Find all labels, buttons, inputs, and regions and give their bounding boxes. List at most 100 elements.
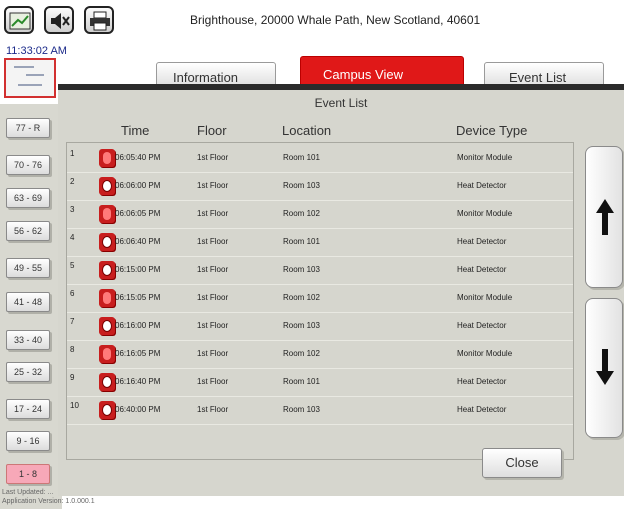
range-button[interactable]: 25 - 32 bbox=[6, 362, 50, 382]
range-button[interactable]: 17 - 24 bbox=[6, 399, 50, 419]
event-time: 06:06:40 PM bbox=[115, 237, 161, 246]
event-time: 06:06:05 PM bbox=[115, 209, 161, 218]
event-time: 06:40:00 PM bbox=[115, 405, 161, 414]
range-button[interactable]: 56 - 62 bbox=[6, 221, 50, 241]
range-button[interactable]: 49 - 55 bbox=[6, 258, 50, 278]
close-button[interactable]: Close bbox=[482, 448, 562, 478]
monitor-module-icon bbox=[99, 149, 115, 167]
printer-icon bbox=[90, 11, 110, 31]
table-row[interactable]: 5 06:15:00 PM 1st Floor Room 103 Heat De… bbox=[67, 257, 573, 285]
event-floor: 1st Floor bbox=[197, 293, 229, 302]
range-button[interactable]: 41 - 48 bbox=[6, 292, 50, 312]
event-device-type: Heat Detector bbox=[457, 237, 507, 246]
range-button[interactable]: 9 - 16 bbox=[6, 431, 50, 451]
event-floor: 1st Floor bbox=[197, 377, 229, 386]
event-time: 06:15:05 PM bbox=[115, 293, 161, 302]
map-button[interactable] bbox=[4, 6, 34, 34]
table-row[interactable]: 1 06:05:40 PM 1st Floor Room 101 Monitor… bbox=[67, 145, 573, 173]
event-device-type: Heat Detector bbox=[457, 181, 507, 190]
event-location: Room 103 bbox=[283, 405, 320, 414]
event-floor: 1st Floor bbox=[197, 181, 229, 190]
range-button[interactable]: 63 - 69 bbox=[6, 188, 50, 208]
version-text: Application Version: 1.0.000.1 bbox=[2, 498, 95, 505]
event-floor: 1st Floor bbox=[197, 209, 229, 218]
heat-detector-icon bbox=[99, 317, 115, 335]
event-time: 06:05:40 PM bbox=[115, 153, 161, 162]
event-device-type: Monitor Module bbox=[457, 349, 513, 358]
event-location: Room 102 bbox=[283, 209, 320, 218]
table-row[interactable]: 2 06:06:00 PM 1st Floor Room 103 Heat De… bbox=[67, 173, 573, 201]
heat-detector-icon bbox=[99, 177, 115, 195]
event-table: 1 06:05:40 PM 1st Floor Room 101 Monitor… bbox=[66, 142, 574, 460]
event-floor: 1st Floor bbox=[197, 237, 229, 246]
top-toolbar: Brighthouse, 20000 Whale Path, New Scotl… bbox=[0, 0, 624, 42]
table-row[interactable]: 3 06:06:05 PM 1st Floor Room 102 Monitor… bbox=[67, 201, 573, 229]
event-device-type: Monitor Module bbox=[457, 209, 513, 218]
table-row[interactable]: 4 06:06:40 PM 1st Floor Room 101 Heat De… bbox=[67, 229, 573, 257]
row-number: 5 bbox=[70, 261, 75, 270]
range-sidebar: 77 - R 70 - 76 63 - 69 56 - 62 49 - 55 4… bbox=[0, 104, 62, 509]
event-location: Room 102 bbox=[283, 349, 320, 358]
campus-thumbnail[interactable] bbox=[4, 58, 56, 98]
row-number: 6 bbox=[70, 289, 75, 298]
site-address: Brighthouse, 20000 Whale Path, New Scotl… bbox=[190, 13, 481, 27]
event-device-type: Heat Detector bbox=[457, 405, 507, 414]
event-device-type: Heat Detector bbox=[457, 265, 507, 274]
table-row[interactable]: 8 06:16:05 PM 1st Floor Room 102 Monitor… bbox=[67, 341, 573, 369]
range-button[interactable]: 70 - 76 bbox=[6, 155, 50, 175]
heat-detector-icon bbox=[99, 401, 115, 419]
row-number: 3 bbox=[70, 205, 75, 214]
event-device-type: Monitor Module bbox=[457, 153, 513, 162]
table-row[interactable]: 7 06:16:00 PM 1st Floor Room 103 Heat De… bbox=[67, 313, 573, 341]
event-device-type: Heat Detector bbox=[457, 321, 507, 330]
range-button[interactable]: 77 - R bbox=[6, 118, 50, 138]
map-icon bbox=[9, 12, 31, 30]
event-device-type: Monitor Module bbox=[457, 293, 513, 302]
column-header-floor: Floor bbox=[197, 123, 227, 138]
row-number: 8 bbox=[70, 345, 75, 354]
event-time: 06:15:00 PM bbox=[115, 265, 161, 274]
event-floor: 1st Floor bbox=[197, 265, 229, 274]
heat-detector-icon bbox=[99, 373, 115, 391]
row-number: 7 bbox=[70, 317, 75, 326]
event-floor: 1st Floor bbox=[197, 405, 229, 414]
event-floor: 1st Floor bbox=[197, 349, 229, 358]
event-location: Room 101 bbox=[283, 153, 320, 162]
scroll-down-button[interactable] bbox=[585, 298, 623, 438]
table-row[interactable]: 9 06:16:40 PM 1st Floor Room 101 Heat De… bbox=[67, 369, 573, 397]
table-row[interactable]: 10 06:40:00 PM 1st Floor Room 103 Heat D… bbox=[67, 397, 573, 425]
dialog-top-border bbox=[58, 84, 624, 90]
row-number: 1 bbox=[70, 149, 75, 158]
row-number: 2 bbox=[70, 177, 75, 186]
event-list-dialog: Event List Time Floor Location Device Ty… bbox=[58, 84, 624, 496]
monitor-module-icon bbox=[99, 205, 115, 223]
event-time: 06:06:00 PM bbox=[115, 181, 161, 190]
monitor-module-icon bbox=[99, 289, 115, 307]
event-time: 06:16:05 PM bbox=[115, 349, 161, 358]
scroll-up-button[interactable] bbox=[585, 146, 623, 288]
row-number: 4 bbox=[70, 233, 75, 242]
event-location: Room 101 bbox=[283, 377, 320, 386]
clock: 11:33:02 AM bbox=[6, 45, 67, 57]
table-row[interactable]: 6 06:15:05 PM 1st Floor Room 102 Monitor… bbox=[67, 285, 573, 313]
dialog-title: Event List bbox=[314, 96, 368, 110]
row-number: 10 bbox=[70, 401, 79, 410]
event-location: Room 103 bbox=[283, 265, 320, 274]
column-header-location: Location bbox=[282, 123, 332, 138]
event-time: 06:16:40 PM bbox=[115, 377, 161, 386]
print-button[interactable] bbox=[84, 6, 114, 34]
row-number: 9 bbox=[70, 373, 75, 382]
range-button-selected[interactable]: 1 - 8 bbox=[6, 464, 50, 484]
range-button[interactable]: 33 - 40 bbox=[6, 330, 50, 350]
monitor-module-icon bbox=[99, 345, 115, 363]
mute-button[interactable] bbox=[44, 6, 74, 34]
column-header-time: Time bbox=[121, 123, 150, 138]
column-header-device-type: Device Type bbox=[456, 123, 528, 138]
heat-detector-icon bbox=[99, 233, 115, 251]
arrow-down-icon bbox=[596, 349, 614, 385]
event-location: Room 102 bbox=[283, 293, 320, 302]
arrow-up-icon bbox=[596, 199, 614, 235]
event-device-type: Heat Detector bbox=[457, 377, 507, 386]
event-location: Room 103 bbox=[283, 181, 320, 190]
event-location: Room 103 bbox=[283, 321, 320, 330]
